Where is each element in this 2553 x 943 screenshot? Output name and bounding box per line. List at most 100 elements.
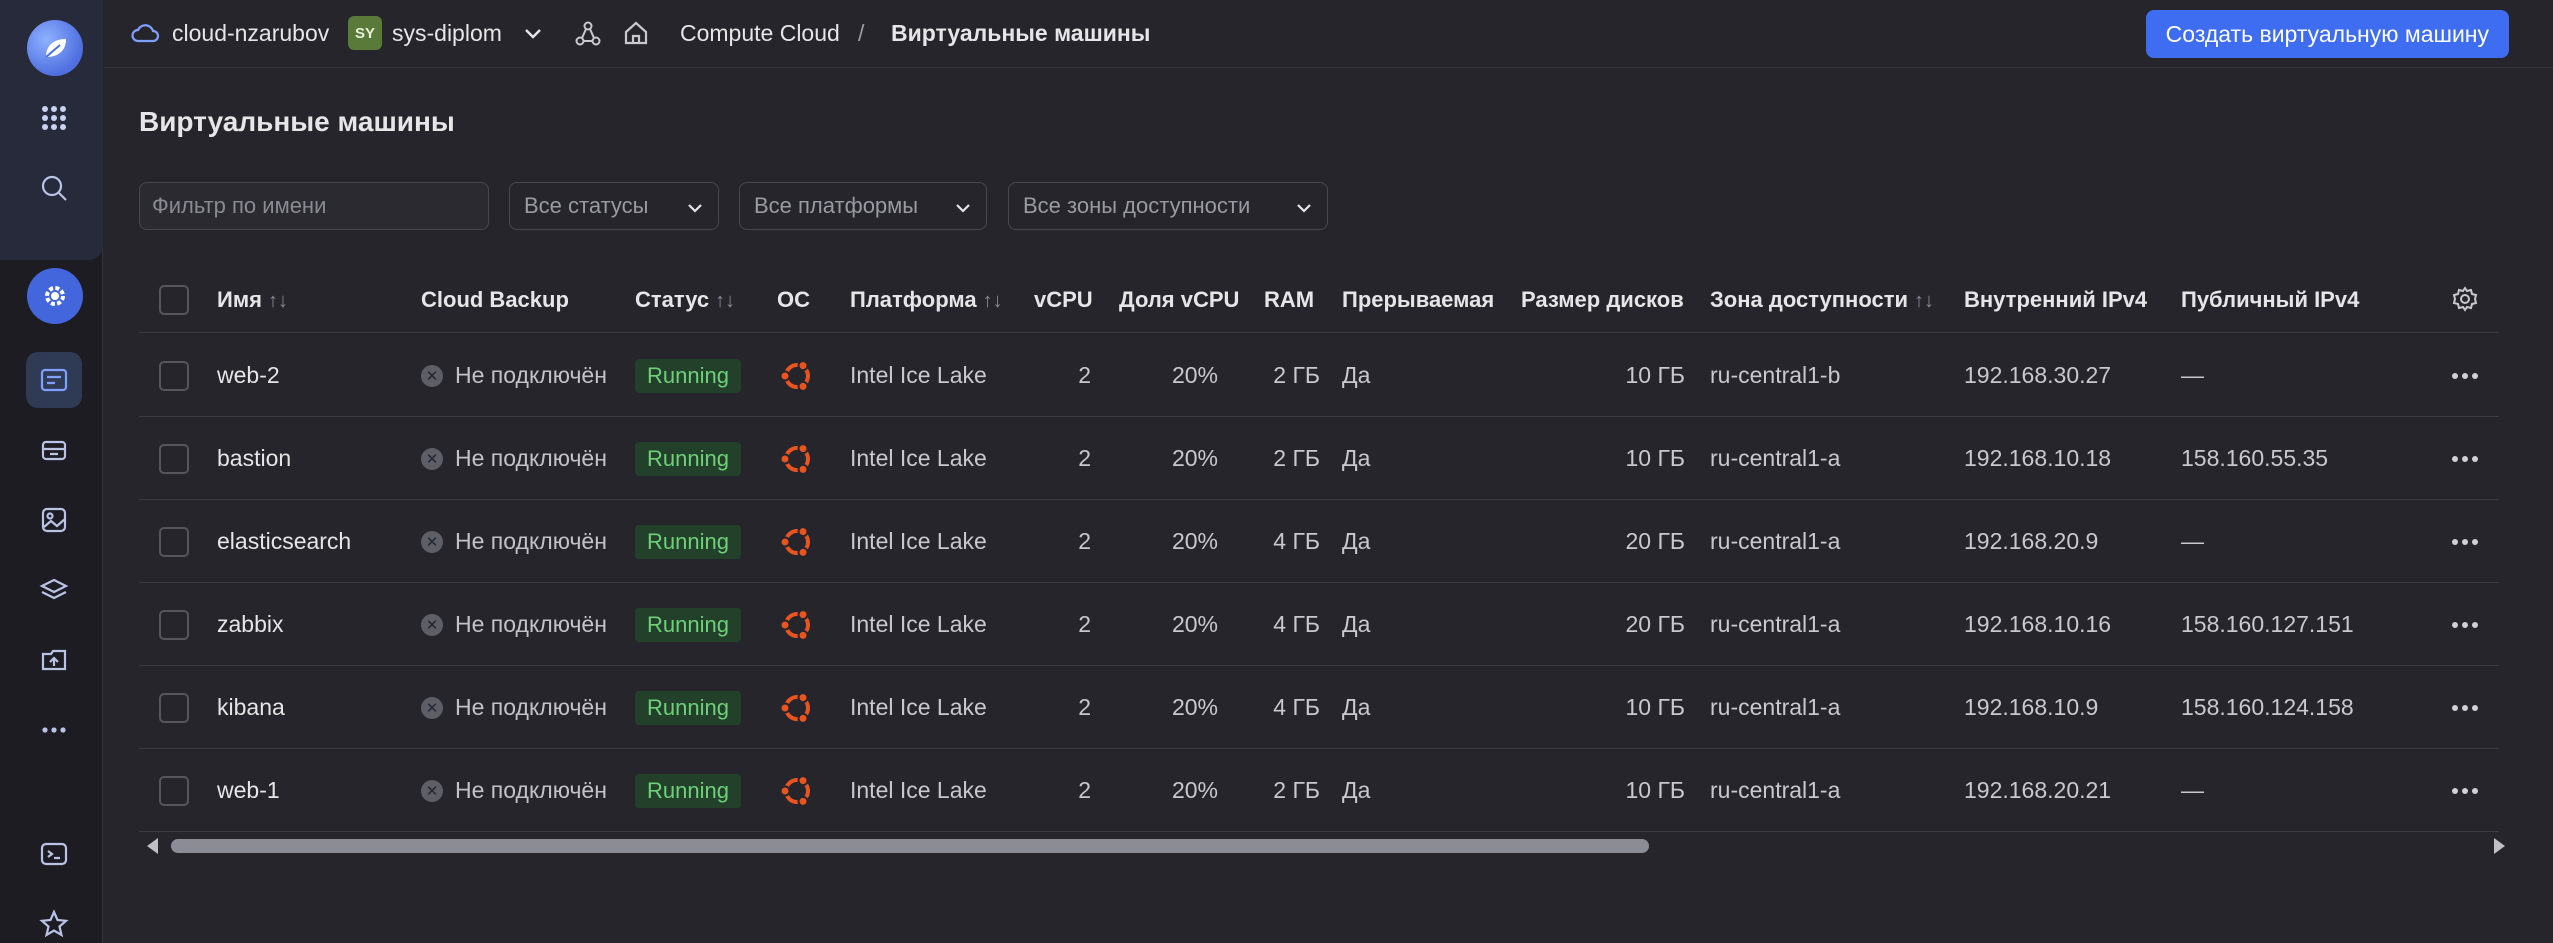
gear-icon[interactable] [2451,285,2479,319]
graph-icon[interactable] [574,20,602,54]
vm-name-link[interactable]: web-2 [217,334,280,417]
home-icon[interactable] [622,19,650,53]
search-icon[interactable] [26,160,82,216]
vm-name-link[interactable]: zabbix [217,583,283,666]
backup-cell: ✕ Не подключён [421,666,607,749]
disk-icon[interactable] [26,422,82,478]
backup-icon[interactable] [26,632,82,688]
row-menu-icon[interactable] [2451,583,2479,666]
disk-cell: 20 ГБ [1625,528,1685,554]
row-menu-icon[interactable] [2451,500,2479,583]
vcpu-share-cell: 20% [1171,694,1218,720]
row-checkbox[interactable] [159,583,189,666]
row-checkbox[interactable] [159,666,189,749]
cloud-selector[interactable]: cloud-nzarubov [172,20,329,47]
preemptible-cell: Да [1342,362,1371,388]
row-checkbox[interactable] [159,749,189,832]
platform-cell: Intel Ice Lake [850,611,987,637]
status-cell: Running [635,500,741,583]
zone-cell: ru-central1-a [1710,445,1841,471]
table-row[interactable]: web-2 ✕ Не подключён Running Intel Ice La… [139,334,2499,417]
row-checkbox[interactable] [159,500,189,583]
vm-name-link[interactable]: bastion [217,417,291,500]
col-zone[interactable]: Зона доступности ↑↓ [1710,287,1934,313]
cloud-icon [130,20,160,52]
page-title: Виртуальные машины [139,106,455,137]
scroll-right-icon[interactable] [2494,838,2505,854]
terminal-icon[interactable] [26,826,82,882]
chevron-down-icon [688,204,702,213]
platform-cell: Intel Ice Lake [850,362,987,388]
scrollbar-thumb[interactable] [171,839,1649,853]
create-vm-button[interactable]: Создать виртуальную машину [2145,10,2509,58]
platform-cell: Intel Ice Lake [850,694,987,720]
row-checkbox[interactable] [159,417,189,500]
preemptible-cell: Да [1342,777,1371,803]
col-platform[interactable]: Платформа ↑↓ [850,287,1003,313]
image-icon[interactable] [26,492,82,548]
disk-cell: 10 ГБ [1625,445,1685,471]
horizontal-scrollbar[interactable] [139,835,2509,857]
col-status[interactable]: Статус ↑↓ [635,287,735,313]
ubuntu-icon [777,666,817,749]
header: cloud-nzarubov SY sys-diplom Compute Clo… [104,0,2553,68]
ip-public-cell: — [2181,777,2204,803]
row-checkbox[interactable] [159,334,189,417]
row-menu-icon[interactable] [2451,417,2479,500]
zone-filter-select[interactable]: Все зоны доступности [1008,182,1328,230]
vcpu-share-cell: 20% [1171,777,1218,803]
status-badge: Running [635,441,741,476]
vm-name-link[interactable]: elasticsearch [217,500,351,583]
backup-cell: ✕ Не подключён [421,417,607,500]
vcpu-cell: 2 [1078,611,1091,637]
ip-public-cell: 158.160.127.151 [2181,611,2354,637]
breadcrumb-service[interactable]: Compute Cloud [680,20,840,47]
vcpu-cell: 2 [1078,362,1091,388]
disk-cell: 10 ГБ [1625,777,1685,803]
scroll-left-icon[interactable] [147,838,158,854]
layers-icon[interactable] [26,562,82,618]
ram-cell: 2 ГБ [1273,362,1320,388]
table-header: Имя ↑↓ Cloud Backup Статус ↑↓ ОС Платформа… [139,265,2499,333]
ram-cell: 2 ГБ [1273,445,1320,471]
row-menu-icon[interactable] [2451,749,2479,832]
col-ip-internal: Внутренний IPv4 [1964,287,2148,312]
vcpu-share-cell: 20% [1171,528,1218,554]
close-circle-icon: ✕ [421,779,443,802]
table-row[interactable]: bastion ✕ Не подключён Running Intel Ice … [139,417,2499,500]
table-row[interactable]: web-1 ✕ Не подключён Running Intel Ice La… [139,749,2499,832]
more-icon[interactable] [26,702,82,758]
name-filter-input[interactable] [139,182,489,230]
breadcrumb-separator: / [858,20,865,46]
col-name[interactable]: Имя ↑↓ [217,287,288,313]
status-filter-select[interactable]: Все статусы [509,182,719,230]
ip-public-cell: 158.160.124.158 [2181,694,2354,720]
col-ram: RAM [1264,287,1315,312]
vcpu-cell: 2 [1078,445,1091,471]
row-menu-icon[interactable] [2451,334,2479,417]
status-badge: Running [635,773,741,808]
settings-icon[interactable] [27,268,83,324]
logo-icon[interactable] [27,20,83,76]
table-row[interactable]: zabbix ✕ Не подключён Running Intel Ice L… [139,583,2499,666]
apps-grid-icon[interactable] [26,90,82,146]
vm-name-link[interactable]: kibana [217,666,285,749]
ram-cell: 4 ГБ [1273,528,1320,554]
table-row[interactable]: kibana ✕ Не подключён Running Intel Ice L… [139,666,2499,749]
sort-icon: ↑↓ [267,290,288,312]
vm-name-link[interactable]: web-1 [217,749,280,832]
vcpu-share-cell: 20% [1171,445,1218,471]
star-icon[interactable] [26,896,82,943]
chevron-down-icon[interactable] [522,22,544,50]
platform-filter-select[interactable]: Все платформы [739,182,987,230]
compute-icon[interactable] [26,352,82,408]
platform-filter-value: Все платформы [754,193,919,218]
col-os: ОС [777,287,810,312]
select-all-checkbox[interactable] [159,285,189,315]
vcpu-share-cell: 20% [1171,611,1218,637]
close-circle-icon: ✕ [421,613,443,636]
row-menu-icon[interactable] [2451,666,2479,749]
table-row[interactable]: elasticsearch ✕ Не подключён Running Inte… [139,500,2499,583]
folder-selector[interactable]: sys-diplom [392,20,502,47]
col-vcpu: vCPU [1034,287,1093,312]
